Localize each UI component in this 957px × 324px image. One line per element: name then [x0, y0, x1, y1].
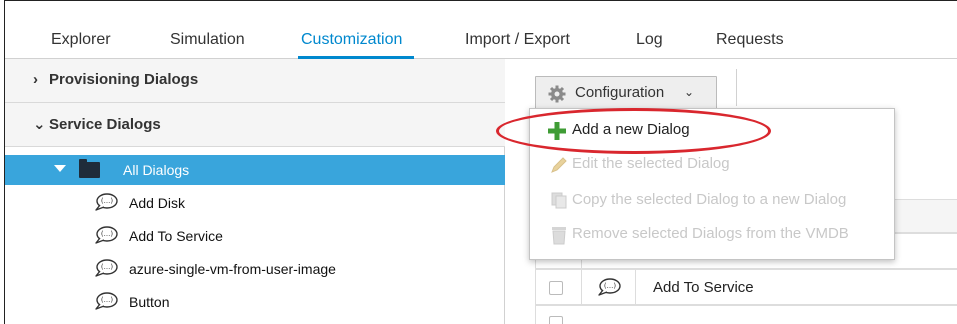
tree-node-dialog[interactable]: (...) Button: [5, 289, 505, 317]
svg-text:(...): (...): [101, 197, 113, 205]
menu-item-edit-dialog: Edit the selected Dialog: [530, 149, 894, 179]
pencil-icon: [551, 157, 567, 173]
copy-icon: [551, 192, 567, 209]
left-accordion-panel: › Provisioning Dialogs ⌄ Service Dialogs A…: [5, 59, 505, 324]
tab-explorer[interactable]: Explorer: [51, 31, 111, 49]
menu-item-label: Edit the selected Dialog: [572, 155, 730, 172]
svg-text:(...): (...): [101, 230, 113, 238]
accordion-label: Provisioning Dialogs: [49, 71, 199, 88]
row-checkbox[interactable]: [549, 281, 563, 295]
tree-node-dialog[interactable]: (...) Add To Service: [5, 221, 505, 249]
configuration-dropdown-button[interactable]: Configuration ⌄: [535, 76, 717, 109]
top-tab-bar: Explorer Simulation Customization Import…: [5, 1, 957, 59]
speech-bubble-icon: (...): [95, 292, 118, 310]
gear-icon: [548, 85, 566, 103]
speech-bubble-icon: (...): [95, 193, 118, 211]
tab-customization[interactable]: Customization: [301, 31, 402, 49]
menu-item-label: Remove selected Dialogs from the VMDB: [572, 225, 849, 242]
row-name-cell: Add To Service: [653, 279, 754, 296]
table-row[interactable]: [535, 305, 957, 324]
accordion-service-dialogs[interactable]: ⌄ Service Dialogs: [5, 103, 505, 147]
tab-requests[interactable]: Requests: [716, 31, 784, 49]
accordion-label: Service Dialogs: [49, 116, 161, 133]
table-row[interactable]: (...) Add To Service: [535, 269, 957, 305]
svg-text:(...): (...): [101, 296, 113, 304]
tab-simulation[interactable]: Simulation: [170, 31, 245, 49]
tree-node-dialog[interactable]: (...) azure-single-vm-from-user-image: [5, 254, 505, 282]
tree-node-label: All Dialogs: [123, 162, 190, 178]
speech-bubble-icon: (...): [95, 226, 118, 244]
menu-item-label: Copy the selected Dialog to a new Dialog: [572, 191, 847, 208]
tree-node-dialog[interactable]: (...) Add Disk: [5, 188, 505, 216]
tree-node-label: Button: [129, 294, 170, 310]
chevron-down-icon: ⌄: [684, 85, 695, 99]
tree-node-all-dialogs[interactable]: All Dialogs: [5, 155, 505, 185]
tree-node-label: Add To Service: [129, 228, 223, 244]
folder-icon: [79, 159, 100, 178]
highlight-callout-ellipse: [496, 108, 771, 154]
configuration-label: Configuration: [575, 84, 665, 101]
column-divider: [581, 270, 582, 304]
svg-text:(...): (...): [604, 282, 616, 290]
column-divider: [635, 270, 636, 304]
tree-node-label: azure-single-vm-from-user-image: [129, 261, 336, 277]
chevron-right-icon: ›: [33, 71, 38, 88]
tab-import-export[interactable]: Import / Export: [465, 31, 570, 49]
tree-node-label: Add Disk: [129, 195, 186, 211]
menu-item-copy-dialog: Copy the selected Dialog to a new Dialog: [530, 185, 894, 215]
caret-down-icon[interactable]: [54, 165, 66, 172]
toolbar-divider: [736, 69, 737, 106]
svg-text:(...): (...): [101, 263, 113, 271]
speech-bubble-icon: (...): [598, 278, 621, 296]
trash-icon: [552, 227, 566, 245]
row-checkbox[interactable]: [549, 316, 563, 324]
chevron-down-icon: ⌄: [33, 116, 46, 133]
accordion-provisioning-dialogs[interactable]: › Provisioning Dialogs: [5, 59, 505, 103]
menu-item-remove-dialogs: Remove selected Dialogs from the VMDB: [530, 219, 894, 249]
speech-bubble-icon: (...): [95, 259, 118, 277]
tab-log[interactable]: Log: [636, 31, 663, 49]
